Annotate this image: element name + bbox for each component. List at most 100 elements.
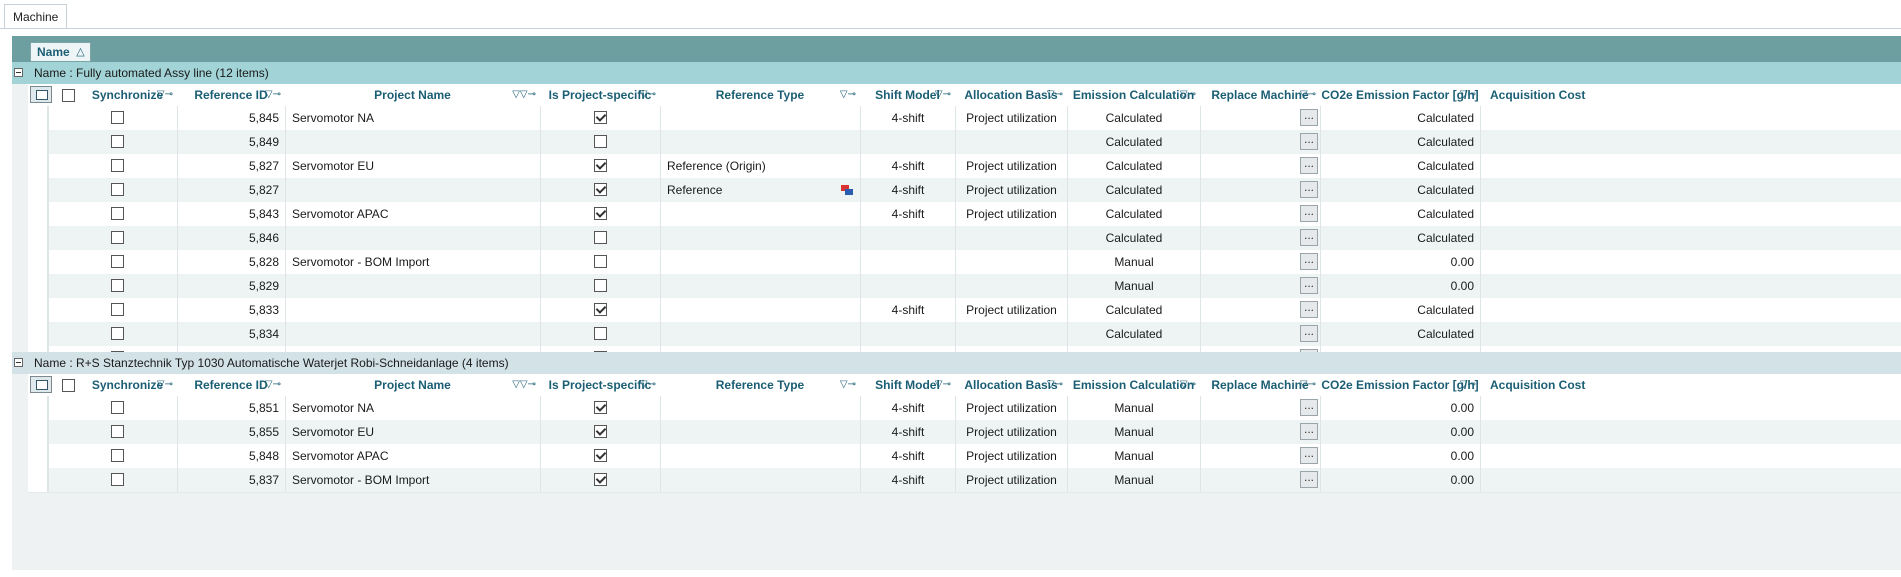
replace-machine-button[interactable]: ...	[1300, 205, 1318, 222]
column-header-acquisition_cost[interactable]: Acquisition Cost	[1480, 84, 1901, 106]
column-header-project_name[interactable]: Project Name ▽▽⊸	[285, 374, 540, 396]
column-header-reference_type[interactable]: Reference Type ▽⊸	[660, 374, 860, 396]
row-selector[interactable]	[28, 202, 48, 226]
synchronize-checkbox[interactable]	[111, 401, 124, 414]
synchronize-checkbox[interactable]	[111, 231, 124, 244]
filter-pin-icon[interactable]: ▽▽⊸	[512, 374, 536, 396]
row-selector[interactable]	[28, 154, 48, 178]
project-specific-checkbox[interactable]	[594, 231, 607, 244]
column-header-allocation_basis[interactable]: Allocation Basis ▽⊸	[955, 84, 1067, 106]
row-selector[interactable]	[28, 322, 48, 346]
table-row[interactable]: 5,837 Servomotor - BOM Import 4-shift Proje…	[28, 468, 1901, 493]
table-row[interactable]: 5,849 Calculated... Calculated	[28, 130, 1901, 155]
project-specific-checkbox[interactable]	[594, 473, 607, 486]
replace-machine-button[interactable]: ...	[1300, 229, 1318, 246]
synchronize-checkbox[interactable]	[111, 159, 124, 172]
column-chooser-icon[interactable]	[30, 376, 52, 393]
column-chooser-icon[interactable]	[30, 86, 52, 103]
replace-machine-button[interactable]: ...	[1300, 471, 1318, 488]
collapse-toggle-icon[interactable]	[14, 68, 23, 77]
project-specific-checkbox[interactable]	[594, 159, 607, 172]
filter-pin-icon[interactable]: ▽⊸	[1047, 84, 1063, 106]
column-header-emission_calculation[interactable]: Emission Calculation ▽⊸	[1067, 84, 1200, 106]
filter-pin-icon[interactable]: ▽⊸	[935, 374, 951, 396]
synchronize-checkbox[interactable]	[111, 183, 124, 196]
filter-pin-icon[interactable]: ▽⊸	[1047, 374, 1063, 396]
sort-ascending-icon[interactable]: △	[76, 43, 84, 61]
replace-machine-button[interactable]: ...	[1300, 181, 1318, 198]
synchronize-checkbox[interactable]	[111, 327, 124, 340]
synchronize-checkbox[interactable]	[111, 473, 124, 486]
project-specific-checkbox[interactable]	[594, 183, 607, 196]
project-specific-checkbox[interactable]	[594, 327, 607, 340]
filter-pin-icon[interactable]: ▽⊸	[1180, 84, 1196, 106]
filter-pin-icon[interactable]: ▽⊸	[1300, 374, 1316, 396]
column-header-reference_id[interactable]: Reference ID ▽⊸	[177, 84, 285, 106]
filter-pin-icon[interactable]: ▽⊸	[935, 84, 951, 106]
column-header-synchronize[interactable]: Synchronize ▽⊸	[78, 374, 177, 396]
column-header-allocation_basis[interactable]: Allocation Basis ▽⊸	[955, 374, 1067, 396]
row-selector[interactable]	[28, 444, 48, 468]
table-row[interactable]: 5,833 4-shift Project utilization Calculate…	[28, 298, 1901, 323]
replace-machine-button[interactable]: ...	[1300, 253, 1318, 270]
project-specific-checkbox[interactable]	[594, 279, 607, 292]
replace-machine-button[interactable]: ...	[1300, 301, 1318, 318]
synchronize-checkbox[interactable]	[111, 279, 124, 292]
group-chip-name[interactable]: Name △	[30, 42, 91, 62]
row-selector[interactable]	[28, 468, 48, 492]
column-header-is_project_specific[interactable]: Is Project-specific ▽⊸	[540, 84, 660, 106]
row-selector[interactable]	[28, 250, 48, 274]
column-header-shift_model[interactable]: Shift Model ▽⊸	[860, 374, 955, 396]
project-specific-checkbox[interactable]	[594, 401, 607, 414]
column-header-project_name[interactable]: Project Name ▽▽⊸	[285, 84, 540, 106]
filter-pin-icon[interactable]: ▽▽⊸	[512, 84, 536, 106]
filter-pin-icon[interactable]: ▽⊸	[157, 374, 173, 396]
filter-pin-icon[interactable]: ▽⊸	[265, 84, 281, 106]
filter-pin-icon[interactable]: ▽⊸	[1300, 84, 1316, 106]
column-header-reference_type[interactable]: Reference Type ▽⊸	[660, 84, 860, 106]
table-row[interactable]: 5,828 Servomotor - BOM Import Manual... 0.0…	[28, 250, 1901, 275]
synchronize-checkbox[interactable]	[111, 449, 124, 462]
table-row[interactable]: 5,846 Calculated... Calculated	[28, 226, 1901, 251]
table-row[interactable]: 5,848 Servomotor APAC 4-shift Project utili…	[28, 444, 1901, 469]
filter-pin-icon[interactable]: ▽⊸	[640, 84, 656, 106]
project-specific-checkbox[interactable]	[594, 303, 607, 316]
filter-pin-icon[interactable]: ▽⊸	[1180, 374, 1196, 396]
filter-pin-icon[interactable]: ▽⊸	[840, 84, 856, 106]
table-row[interactable]: 5,827 Reference 4-shift Project utilization…	[28, 178, 1901, 203]
column-header-is_project_specific[interactable]: Is Project-specific ▽⊸	[540, 374, 660, 396]
row-selector[interactable]	[28, 178, 48, 202]
replace-machine-button[interactable]: ...	[1300, 277, 1318, 294]
row-selector[interactable]	[28, 420, 48, 444]
table-row[interactable]: 5,834 Calculated... Calculated	[28, 322, 1901, 347]
reference-link-icon[interactable]	[841, 185, 853, 195]
row-selector[interactable]	[28, 130, 48, 154]
synchronize-checkbox[interactable]	[111, 135, 124, 148]
project-specific-checkbox[interactable]	[594, 449, 607, 462]
row-selector[interactable]	[28, 226, 48, 250]
row-selector[interactable]	[28, 396, 48, 420]
column-header-emission_calculation[interactable]: Emission Calculation ▽⊸	[1067, 374, 1200, 396]
column-header-acquisition_cost[interactable]: Acquisition Cost	[1480, 374, 1901, 396]
filter-pin-icon[interactable]: ▽⊸	[1460, 374, 1476, 396]
row-selector[interactable]	[28, 106, 48, 130]
table-row[interactable]: 5,829 Manual... 0.00	[28, 274, 1901, 299]
replace-machine-button[interactable]: ...	[1300, 447, 1318, 464]
synchronize-checkbox[interactable]	[111, 111, 124, 124]
table-row[interactable]: 5,851 Servomotor NA 4-shift Project utiliza…	[28, 396, 1901, 421]
tab-machine[interactable]: Machine	[4, 4, 68, 28]
table-row[interactable]: 5,855 Servomotor EU 4-shift Project utiliza…	[28, 420, 1901, 445]
replace-machine-button[interactable]: ...	[1300, 157, 1318, 174]
project-specific-checkbox[interactable]	[594, 425, 607, 438]
filter-pin-icon[interactable]: ▽⊸	[840, 374, 856, 396]
replace-machine-button[interactable]: ...	[1300, 109, 1318, 126]
project-specific-checkbox[interactable]	[594, 111, 607, 124]
table-row[interactable]: 5,845 Servomotor NA 4-shift Project utiliza…	[28, 106, 1901, 131]
synchronize-checkbox[interactable]	[111, 255, 124, 268]
group-header[interactable]: Name : Fully automated Assy line (12 ite…	[12, 62, 1901, 84]
project-specific-checkbox[interactable]	[594, 135, 607, 148]
table-row[interactable]: 5,827 Servomotor EU Reference (Origin) 4-sh…	[28, 154, 1901, 179]
collapse-toggle-icon[interactable]	[14, 358, 23, 367]
row-selector[interactable]	[28, 274, 48, 298]
replace-machine-button[interactable]: ...	[1300, 423, 1318, 440]
